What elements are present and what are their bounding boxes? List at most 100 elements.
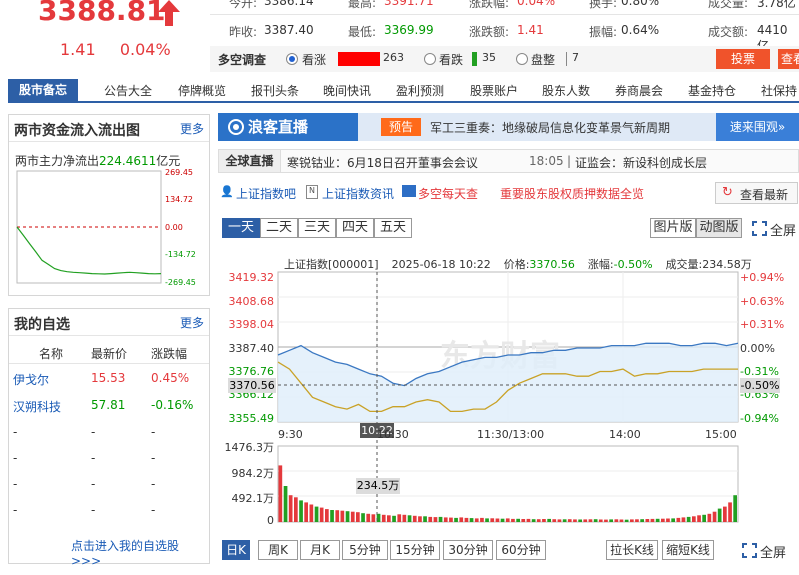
volume-bar xyxy=(702,514,706,522)
kline-fullscreen-icon[interactable] xyxy=(742,543,757,558)
volume-bar xyxy=(485,518,489,522)
volume-bar xyxy=(278,465,283,522)
volume-bar xyxy=(330,510,334,522)
volume-bar xyxy=(598,519,603,522)
volume-bar xyxy=(562,519,567,522)
volume-bar xyxy=(681,517,686,522)
ytick-right-2: +0.31% xyxy=(740,318,785,331)
volume-bar xyxy=(438,516,443,522)
volume-bar xyxy=(583,519,588,522)
volume-bar xyxy=(387,515,391,522)
volume-bar xyxy=(304,502,308,522)
volume-bar xyxy=(614,519,619,522)
volume-bar xyxy=(335,510,340,522)
kline-fullscreen-label[interactable]: 全屏 xyxy=(760,542,786,561)
volume-bar xyxy=(495,518,500,522)
xtick-2: 11:30/13:00 xyxy=(477,428,545,441)
volume-bar xyxy=(443,517,448,522)
ytick-left-6: 3355.49 xyxy=(228,412,275,425)
volume-bar xyxy=(567,519,572,522)
xtick-0: 9:30 xyxy=(278,428,303,441)
volume-bar xyxy=(552,519,557,522)
volume-bar xyxy=(319,507,324,522)
volume-bar xyxy=(371,514,376,522)
volume-bar xyxy=(723,506,727,522)
volume-bar xyxy=(428,516,433,522)
volume-bar xyxy=(418,516,422,522)
crosshair-pct-label: -0.50% xyxy=(740,378,780,393)
volume-bar xyxy=(542,519,546,522)
volume-bar xyxy=(593,519,598,522)
vol-ytick-0: 1476.3万 xyxy=(224,441,275,454)
volume-bar xyxy=(671,518,675,522)
volume-bar xyxy=(712,511,717,522)
volume-bar xyxy=(645,519,650,522)
volume-bar xyxy=(666,518,670,522)
volume-bar xyxy=(309,504,314,522)
volume-bar xyxy=(490,518,495,522)
volume-bar xyxy=(454,517,458,522)
volume-bar xyxy=(350,511,355,522)
volume-bar xyxy=(464,517,469,522)
crosshair-volume-label: 234.5万 xyxy=(356,478,400,494)
tab-15min[interactable]: 15分钟 xyxy=(390,540,440,560)
volume-bar xyxy=(578,519,582,522)
volume-bar xyxy=(604,519,608,522)
volume-bar xyxy=(469,518,474,522)
ytick-left-2: 3398.04 xyxy=(228,318,275,331)
volume-bar xyxy=(407,515,412,522)
tab-60min[interactable]: 60分钟 xyxy=(496,540,546,560)
volume-bar xyxy=(573,519,577,522)
volume-bar xyxy=(402,514,407,522)
volume-bar xyxy=(630,519,634,522)
crosshair-price-label: 3370.56 xyxy=(228,378,276,393)
volume-bar xyxy=(635,519,639,522)
volume-bar xyxy=(686,516,691,522)
volume-bar xyxy=(345,511,350,522)
ytick-left-4: 3376.76 xyxy=(228,365,275,378)
shrink-kline-button[interactable]: 缩短K线 xyxy=(662,540,714,560)
volume-bar xyxy=(526,518,531,522)
volume-bar xyxy=(728,502,732,522)
volume-bar xyxy=(707,513,712,522)
xtick-4: 15:00 xyxy=(705,428,737,441)
ytick-right-6: -0.94% xyxy=(740,412,779,425)
volume-bar xyxy=(661,518,665,522)
volume-bar xyxy=(655,518,660,522)
volume-bar xyxy=(511,518,515,522)
volume-bar xyxy=(676,517,681,522)
xtick-3: 14:00 xyxy=(609,428,641,441)
volume-bar xyxy=(340,510,345,522)
volume-bar xyxy=(650,518,655,522)
ytick-left-1: 3408.68 xyxy=(228,295,275,308)
volume-bar xyxy=(500,518,505,522)
ytick-right-1: +0.63% xyxy=(740,295,785,308)
volume-bar xyxy=(459,517,464,522)
volume-plot-frame xyxy=(277,445,739,523)
volume-bar xyxy=(366,513,371,522)
vol-ytick-3: 0 xyxy=(267,514,274,527)
ytick-right-4: -0.31% xyxy=(740,365,779,378)
volume-bar xyxy=(624,519,629,522)
volume-bar xyxy=(692,516,696,522)
volume-bar xyxy=(397,514,402,522)
volume-bar xyxy=(531,519,536,522)
volume-bar xyxy=(392,515,396,522)
tab-daily-k[interactable]: 日K xyxy=(222,540,250,560)
volume-bar xyxy=(412,515,417,522)
volume-bar xyxy=(609,519,613,522)
tab-weekly-k[interactable]: 周K xyxy=(258,540,298,560)
volume-bar xyxy=(619,519,624,522)
tab-5min[interactable]: 5分钟 xyxy=(342,540,388,560)
stretch-kline-button[interactable]: 拉长K线 xyxy=(606,540,658,560)
volume-bar xyxy=(505,518,510,522)
volume-bar xyxy=(536,519,541,522)
volume-bar xyxy=(547,518,551,522)
tab-monthly-k[interactable]: 月K xyxy=(300,540,340,560)
volume-bar xyxy=(283,486,288,522)
volume-bar xyxy=(697,515,701,522)
volume-bar xyxy=(516,518,520,522)
tab-30min[interactable]: 30分钟 xyxy=(443,540,493,560)
volume-bar xyxy=(733,495,737,522)
volume-bar xyxy=(294,497,298,522)
